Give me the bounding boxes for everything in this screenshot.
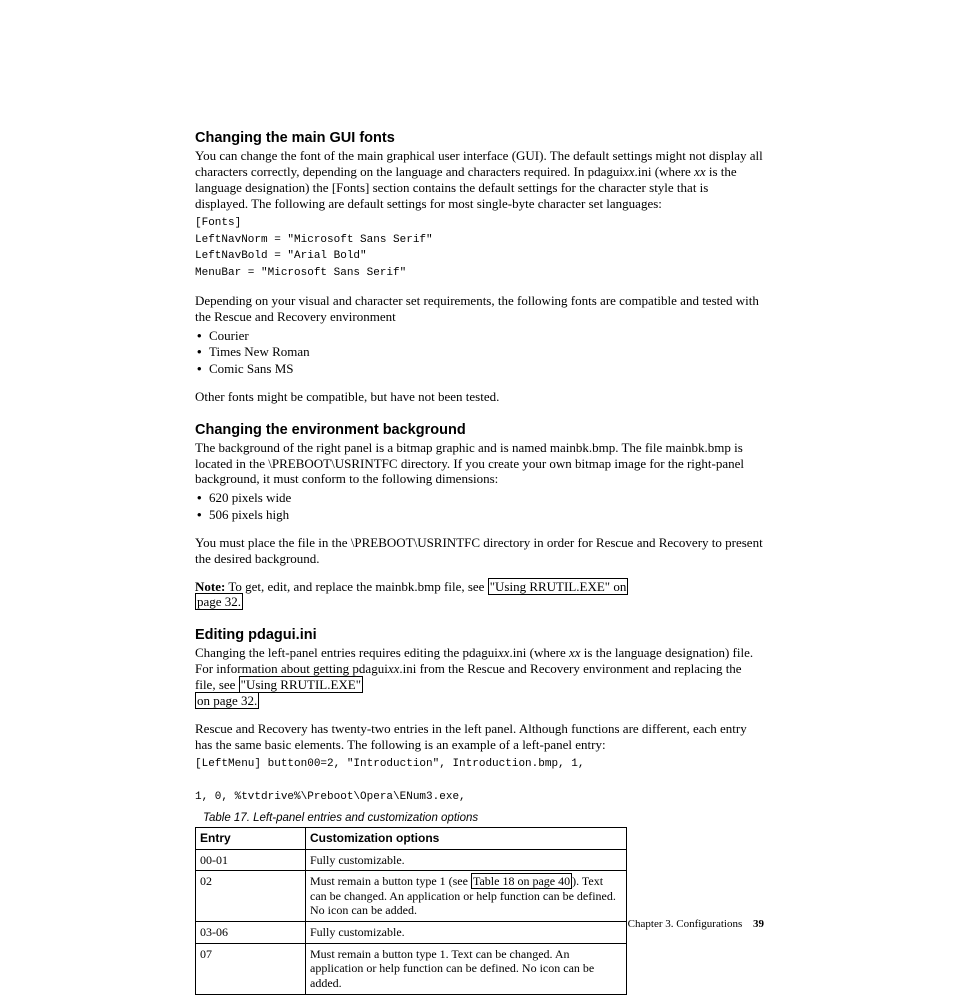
var-xx: xx bbox=[694, 164, 706, 179]
link-rrutil[interactable]: "Using RRUTIL.EXE" on bbox=[488, 578, 629, 595]
text: .ini (where bbox=[509, 645, 569, 660]
table-row: 07 Must remain a button type 1. Text can… bbox=[196, 943, 627, 994]
code-leftmenu: [LeftMenu] button00=2, "Introduction", I… bbox=[195, 756, 764, 806]
cell-opts: Must remain a button type 1 (see Table 1… bbox=[306, 871, 627, 922]
link-table18[interactable]: Table 18 on page 40 bbox=[471, 873, 572, 889]
link-rrutil[interactable]: "Using RRUTIL.EXE" bbox=[239, 676, 363, 693]
section-fonts: Changing the main GUI fonts You can chan… bbox=[195, 130, 764, 405]
text: Must remain a button type 1 (see bbox=[310, 874, 471, 888]
table-row: 03-06 Fully customizable. bbox=[196, 922, 627, 944]
table-header-row: Entry Customization options bbox=[196, 827, 627, 849]
var-xx: xx bbox=[388, 661, 400, 676]
table-row: 02 Must remain a button type 1 (see Tabl… bbox=[196, 871, 627, 922]
link-rrutil-cont[interactable]: on page 32. bbox=[195, 692, 259, 709]
para-bg-2: You must place the file in the \PREBOOT\… bbox=[195, 535, 764, 567]
var-xx: xx bbox=[569, 645, 581, 660]
text: To get, edit, and replace the mainbk.bmp… bbox=[225, 579, 487, 594]
cell-entry: 07 bbox=[196, 943, 306, 994]
para-bg-1: The background of the right panel is a b… bbox=[195, 440, 764, 488]
link-rrutil-cont[interactable]: page 32. bbox=[195, 593, 243, 610]
section-editing: Editing pdagui.ini Changing the left-pan… bbox=[195, 627, 764, 994]
para-fonts-2: Depending on your visual and character s… bbox=[195, 293, 764, 325]
cell-entry: 00-01 bbox=[196, 849, 306, 871]
fonts-bullet-list: Courier Times New Roman Comic Sans MS bbox=[195, 328, 764, 377]
cell-opts: Fully customizable. bbox=[306, 922, 627, 944]
text: Changing the left-panel entries requires… bbox=[195, 645, 498, 660]
text: .ini (where bbox=[635, 164, 695, 179]
th-options: Customization options bbox=[306, 827, 627, 849]
var-xx: xx bbox=[623, 164, 635, 179]
cell-opts: Fully customizable. bbox=[306, 849, 627, 871]
cell-entry: 03-06 bbox=[196, 922, 306, 944]
para-edit-1: Changing the left-panel entries requires… bbox=[195, 645, 764, 708]
heading-fonts: Changing the main GUI fonts bbox=[195, 130, 764, 146]
document-page: Changing the main GUI fonts You can chan… bbox=[0, 0, 954, 954]
page-number: 39 bbox=[753, 918, 764, 930]
page-footer: Chapter 3. Configurations 39 bbox=[628, 918, 764, 930]
para-edit-2: Rescue and Recovery has twenty-two entri… bbox=[195, 721, 764, 753]
options-table: Entry Customization options 00-01 Fully … bbox=[195, 827, 627, 995]
list-item: 620 pixels wide bbox=[209, 490, 764, 506]
code-fonts: [Fonts] LeftNavNorm = "Microsoft Sans Se… bbox=[195, 215, 764, 281]
table-caption: Table 17. Left-panel entries and customi… bbox=[203, 812, 764, 824]
note-bg: Note: To get, edit, and replace the main… bbox=[195, 579, 764, 611]
chapter-label: Chapter 3. Configurations bbox=[628, 918, 743, 930]
bg-bullet-list: 620 pixels wide 506 pixels high bbox=[195, 490, 764, 523]
section-background: Changing the environment background The … bbox=[195, 422, 764, 611]
note-label: Note: bbox=[195, 579, 225, 594]
th-entry: Entry bbox=[196, 827, 306, 849]
var-xx: xx bbox=[498, 645, 510, 660]
para-fonts-1: You can change the font of the main grap… bbox=[195, 148, 764, 211]
para-fonts-3: Other fonts might be compatible, but hav… bbox=[195, 389, 764, 405]
list-item: Comic Sans MS bbox=[209, 361, 764, 377]
cell-opts: Must remain a button type 1. Text can be… bbox=[306, 943, 627, 994]
heading-background: Changing the environment background bbox=[195, 422, 764, 438]
heading-editing: Editing pdagui.ini bbox=[195, 627, 764, 643]
cell-entry: 02 bbox=[196, 871, 306, 922]
list-item: Courier bbox=[209, 328, 764, 344]
table-row: 00-01 Fully customizable. bbox=[196, 849, 627, 871]
list-item: 506 pixels high bbox=[209, 507, 764, 523]
list-item: Times New Roman bbox=[209, 344, 764, 360]
